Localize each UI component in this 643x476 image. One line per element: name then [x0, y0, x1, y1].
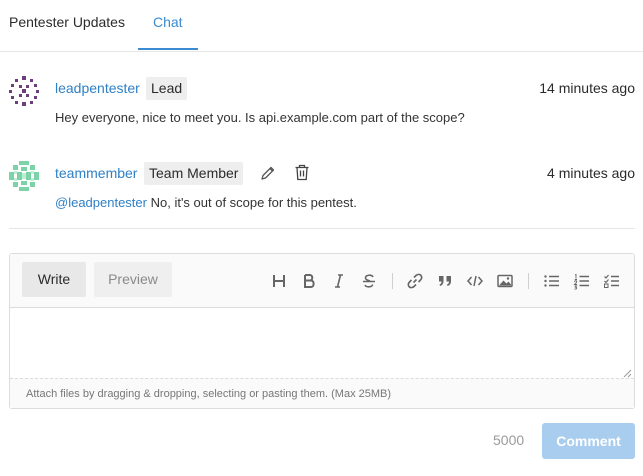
- pencil-icon[interactable]: [260, 165, 278, 183]
- message-author[interactable]: leadpentester: [55, 80, 140, 96]
- tab-bar: Pentester Updates Chat: [0, 0, 643, 52]
- message-author[interactable]: teammember: [55, 165, 137, 181]
- bold-icon[interactable]: [300, 272, 318, 290]
- active-tab-indicator: [138, 48, 198, 50]
- toolbar-separator: [392, 273, 393, 289]
- role-badge: Team Member: [144, 162, 244, 185]
- message-body: No, it's out of scope for this pentest.: [146, 195, 357, 210]
- comment-editor: Write Preview Attach files by dragging &…: [9, 253, 635, 409]
- quote-icon[interactable]: [436, 272, 454, 290]
- avatar: [9, 76, 39, 106]
- chat-message: leadpentester Lead 14 minutes ago Hey ev…: [0, 74, 643, 134]
- code-icon[interactable]: [466, 272, 484, 290]
- character-counter: 5000: [493, 432, 525, 448]
- resize-handle[interactable]: [622, 368, 632, 378]
- bullet-list-icon[interactable]: [543, 272, 561, 290]
- message-timestamp: 14 minutes ago: [539, 80, 635, 96]
- message-timestamp: 4 minutes ago: [547, 165, 635, 181]
- user-mention[interactable]: @leadpentester: [55, 195, 147, 210]
- trash-icon[interactable]: [294, 164, 312, 182]
- message-text: Hey everyone, nice to meet you. Is api.e…: [55, 110, 465, 125]
- toolbar-separator: [528, 273, 529, 289]
- heading-icon[interactable]: [270, 272, 288, 290]
- divider: [9, 228, 635, 229]
- comment-textarea[interactable]: [10, 308, 634, 378]
- task-list-icon[interactable]: [603, 272, 621, 290]
- link-icon[interactable]: [406, 272, 424, 290]
- numbered-list-icon[interactable]: [573, 272, 591, 290]
- strikethrough-icon[interactable]: [360, 272, 378, 290]
- avatar: [9, 161, 39, 191]
- write-tab[interactable]: Write: [22, 262, 86, 297]
- image-icon[interactable]: [496, 272, 514, 290]
- comment-button[interactable]: Comment: [542, 423, 635, 459]
- message-text: @leadpentester No, it's out of scope for…: [55, 195, 357, 210]
- attach-files-hint[interactable]: Attach files by dragging & dropping, sel…: [10, 378, 634, 408]
- tab-pentester-updates[interactable]: Pentester Updates: [9, 14, 125, 31]
- editor-toolbar: Write Preview: [10, 254, 634, 308]
- italic-icon[interactable]: [330, 272, 348, 290]
- tab-chat[interactable]: Chat: [153, 14, 183, 31]
- role-badge: Lead: [146, 77, 188, 100]
- preview-tab[interactable]: Preview: [94, 262, 172, 297]
- chat-message: teammember Team Member 4 minutes ago @le…: [0, 159, 643, 219]
